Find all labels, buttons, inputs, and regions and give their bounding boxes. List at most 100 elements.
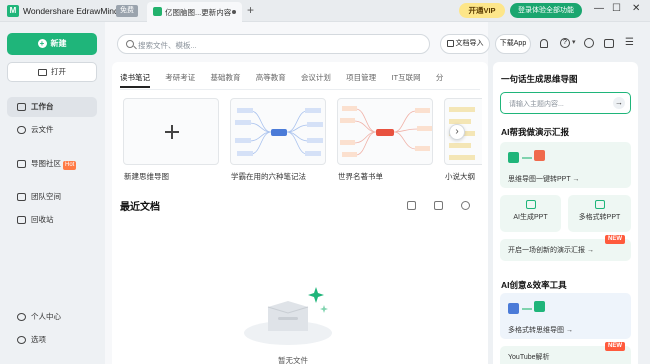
mindmap-to-ppt-card[interactable]: 思维导图一键转PPT →: [500, 142, 631, 188]
ppt-section-title: AI帮我做演示汇报: [501, 127, 570, 137]
trash-icon[interactable]: [434, 201, 443, 210]
template-label: 小说大纲: [445, 172, 475, 181]
import-button[interactable]: 文档导入: [440, 34, 490, 54]
add-tab-button[interactable]: +: [247, 3, 254, 17]
bell-icon[interactable]: [540, 39, 548, 48]
sidebar-item-team[interactable]: 团队空间: [7, 187, 97, 207]
app-logo-icon: M: [7, 5, 19, 17]
vip-button[interactable]: 开通VIP: [459, 3, 505, 18]
template-label: 世界名著书单: [338, 172, 383, 181]
open-button-label: 打开: [51, 67, 66, 76]
document-tab[interactable]: 亿图脑图...更新内容: [147, 2, 242, 22]
arrow-icon: [522, 308, 532, 310]
template-label: 新建思维导图: [124, 172, 169, 181]
ai-ppt-button[interactable]: AI生成PPT: [500, 195, 561, 232]
document-icon: [153, 7, 162, 16]
category-tabs: 读书笔记 考研考证 基础教育 高等教育 会议计划 项目管理 IT互联网 分: [120, 72, 456, 88]
multi-format-mindmap-label: 多格式转思维导图 →: [508, 327, 573, 334]
ai-ppt-label: AI生成PPT: [513, 214, 548, 221]
help-icon[interactable]: ?: [560, 38, 570, 48]
free-badge: 免费: [116, 5, 138, 17]
tab-basic-education[interactable]: 基础教育: [210, 72, 240, 83]
download-app-button[interactable]: 下载App: [495, 34, 531, 54]
start-presentation-label: 开启一场创新的演示汇报 →: [508, 247, 594, 254]
list-view-icon[interactable]: [407, 201, 416, 210]
new-button[interactable]: + 新建: [7, 33, 97, 55]
multi-ppt-label: 多格式转PPT: [578, 214, 621, 221]
youtube-parse-card[interactable]: NEW YouTube解析: [500, 342, 631, 364]
sidebar-item-label: 选项: [31, 335, 46, 344]
arrow-right-icon[interactable]: →: [613, 97, 625, 109]
open-button[interactable]: 打开: [7, 62, 97, 82]
chevron-right-icon[interactable]: ›: [449, 124, 465, 140]
sidebar-item-label: 回收站: [31, 215, 54, 224]
home-icon: [17, 103, 26, 111]
title-bar: M Wondershare EdrawMind 免费 亿图脑图...更新内容 +…: [0, 0, 650, 22]
format-icon: [594, 200, 605, 209]
gear-icon[interactable]: [584, 38, 594, 48]
trash-icon: [17, 216, 26, 224]
tools-section-title: AI创意&效率工具: [501, 280, 567, 290]
tab-meeting-plan[interactable]: 会议计划: [301, 72, 331, 83]
plus-icon: [165, 125, 179, 139]
app-name: Wondershare EdrawMind: [23, 6, 119, 16]
team-icon: [17, 193, 26, 201]
download-label: 下载App: [499, 40, 527, 47]
sidebar-item-label: 导图社区: [31, 159, 61, 168]
multi-format-mindmap-card[interactable]: 多格式转思维导图 →: [500, 293, 631, 339]
tab-exam[interactable]: 考研考证: [165, 72, 195, 83]
sidebar-item-options[interactable]: 选项: [7, 330, 97, 350]
arrow-icon: [522, 157, 532, 159]
sidebar-item-label: 云文件: [31, 125, 54, 134]
menu-icon[interactable]: ☰: [625, 37, 634, 48]
search-input[interactable]: 搜索文件、模板...: [117, 34, 430, 54]
sidebar-item-cloud[interactable]: 云文件: [7, 120, 97, 140]
tab-more[interactable]: 分: [436, 72, 444, 83]
sidebar-item-label: 团队空间: [31, 192, 61, 201]
sidebar-item-community[interactable]: 导图社区 Hot: [7, 154, 97, 174]
sidebar-item-profile[interactable]: 个人中心: [7, 307, 97, 327]
template-new-mindmap[interactable]: [123, 98, 219, 165]
empty-state-text: 暂无文件: [278, 356, 308, 364]
unsaved-dot-icon[interactable]: [232, 10, 236, 14]
ai-panel: 一句话生成思维导图 请输入主题内容... → AI帮我做演示汇报 思维导图一键转…: [493, 62, 638, 364]
template-thumbnail[interactable]: [337, 98, 433, 165]
refresh-icon[interactable]: [461, 201, 470, 210]
mindmap-icon: [508, 152, 519, 163]
close-icon[interactable]: ✕: [632, 3, 640, 14]
tab-it-internet[interactable]: IT互联网: [391, 72, 420, 83]
minimize-icon[interactable]: —: [594, 3, 604, 14]
template-label: 学霸在用的六种笔记法: [231, 172, 306, 181]
mindmap-preview: [340, 106, 432, 157]
new-button-label: 新建: [50, 39, 67, 48]
document-tab-label: 亿图脑图...更新内容: [165, 8, 232, 17]
multi-format-ppt-button[interactable]: 多格式转PPT: [568, 195, 631, 232]
template-thumbnail[interactable]: [230, 98, 326, 165]
chevron-down-icon[interactable]: ▾: [572, 38, 576, 46]
sidebar: + 新建 打开 工作台 云文件 导图社区 Hot 团队空间 回收站 个人中心 选项: [0, 22, 105, 364]
search-placeholder: 搜索文件、模板...: [138, 41, 197, 50]
folder-icon: [38, 68, 47, 76]
maximize-icon[interactable]: ☐: [612, 3, 621, 14]
sidebar-item-label: 工作台: [31, 102, 54, 111]
user-icon: [17, 313, 26, 321]
community-icon: [17, 160, 26, 168]
tab-reading-notes[interactable]: 读书笔记: [120, 72, 150, 88]
sidebar-item-label: 个人中心: [31, 312, 61, 321]
new-badge: NEW: [605, 235, 625, 244]
import-label: 文档导入: [455, 40, 484, 47]
topic-placeholder: 请输入主题内容...: [509, 101, 564, 108]
tab-project-management[interactable]: 项目管理: [346, 72, 376, 83]
shirt-icon[interactable]: [604, 39, 614, 48]
login-button[interactable]: 登录体验全部功能: [510, 3, 582, 18]
sidebar-item-workbench[interactable]: 工作台: [7, 97, 97, 117]
sidebar-item-trash[interactable]: 回收站: [7, 210, 97, 230]
import-icon: [446, 39, 454, 47]
tab-higher-education[interactable]: 高等教育: [256, 72, 286, 83]
start-presentation-card[interactable]: NEW 开启一场创新的演示汇报 →: [500, 235, 631, 261]
topic-input[interactable]: 请输入主题内容... →: [500, 92, 631, 114]
search-icon: [126, 40, 134, 48]
template-panel: 读书笔记 考研考证 基础教育 高等教育 会议计划 项目管理 IT互联网 分 新建…: [112, 62, 488, 364]
tab-divider: [120, 89, 480, 90]
ai-ppt-icon: [525, 200, 536, 209]
